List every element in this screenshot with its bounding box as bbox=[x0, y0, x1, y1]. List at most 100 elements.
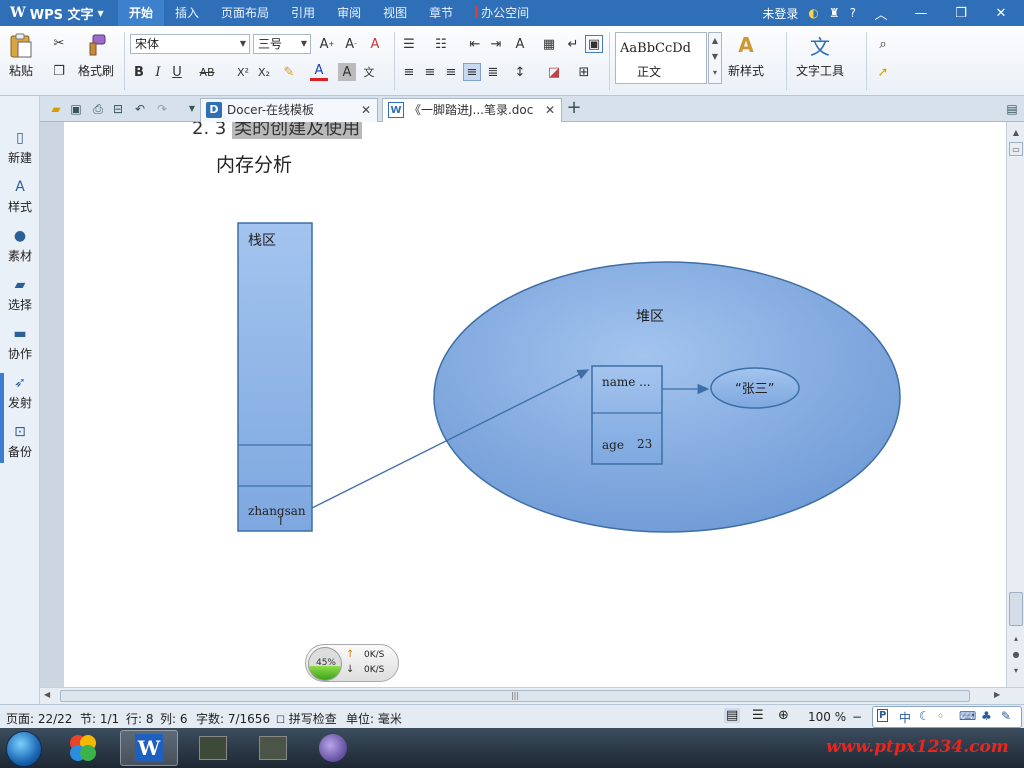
border-icon[interactable]: ⊞ bbox=[575, 63, 593, 81]
ime-mode[interactable]: 中 bbox=[899, 709, 911, 726]
taskbar-eclipse[interactable] bbox=[304, 730, 362, 766]
scroll-up-icon[interactable]: ▲ bbox=[1009, 126, 1023, 140]
numbered-list-icon[interactable]: ☷ bbox=[432, 35, 450, 53]
tab-home[interactable]: 开始 bbox=[118, 0, 165, 26]
panel-new[interactable]: ▯ 新建 bbox=[0, 130, 40, 166]
format-painter-button[interactable]: 格式刷 bbox=[78, 32, 114, 79]
open-folder-icon[interactable]: ▰ bbox=[48, 101, 64, 117]
superscript-icon[interactable]: X² bbox=[234, 63, 252, 81]
scroll-split-icon[interactable]: ▭ bbox=[1009, 142, 1023, 156]
tab-references[interactable]: 引用 bbox=[280, 0, 326, 26]
underline-icon[interactable]: U bbox=[168, 63, 186, 81]
ime-keyboard-icon[interactable]: ⌨ bbox=[959, 709, 976, 723]
tab-review[interactable]: 审阅 bbox=[326, 0, 372, 26]
horizontal-scrollbar[interactable]: ◀ ||| ▶ bbox=[40, 687, 1024, 704]
app-menu-button[interactable]: W WPS 文字 ▼ bbox=[4, 2, 110, 24]
heap-region[interactable] bbox=[433, 261, 901, 533]
font-name-combo[interactable]: 宋体 ▼ bbox=[130, 34, 250, 54]
text-direction-icon[interactable]: A bbox=[511, 35, 529, 53]
shading-icon[interactable]: ◪ bbox=[545, 63, 563, 81]
panel-collaborate[interactable]: ▬ 协作 bbox=[0, 326, 40, 362]
tab-view[interactable]: 视图 bbox=[372, 0, 418, 26]
ime-toolbar[interactable]: P 中 ☾ ◦ ⌨ ♣ ✎ bbox=[872, 706, 1022, 728]
select-pointer-icon[interactable]: ➚ bbox=[874, 63, 892, 81]
tab-page-layout[interactable]: 页面布局 bbox=[210, 0, 280, 26]
zoom-level[interactable]: 100 % bbox=[808, 710, 846, 724]
status-word-count[interactable]: 字数: 7/1656 bbox=[196, 710, 270, 727]
distribute-icon[interactable]: ≣ bbox=[484, 63, 502, 81]
taskbar-app-3[interactable] bbox=[244, 730, 302, 766]
close-icon[interactable]: ✕ bbox=[545, 99, 555, 121]
text-box-icon[interactable]: ▣ bbox=[585, 35, 603, 53]
highlight-icon[interactable]: ✎ bbox=[280, 63, 298, 81]
cut-icon[interactable]: ✂ bbox=[50, 34, 68, 52]
scroll-right-icon[interactable]: ▶ bbox=[994, 690, 1000, 699]
close-icon[interactable]: ✕ bbox=[361, 99, 371, 121]
login-status[interactable]: 未登录 bbox=[762, 5, 798, 22]
panel-materials[interactable]: ● 素材 bbox=[0, 228, 40, 264]
grow-font-icon[interactable]: A + bbox=[318, 35, 336, 53]
copy-icon[interactable]: ❐ bbox=[50, 62, 68, 80]
collapse-ribbon-icon[interactable]: ︿ bbox=[866, 4, 896, 23]
increase-indent-icon[interactable]: ⇥ bbox=[487, 35, 505, 53]
ime-skin-icon[interactable]: ♣ bbox=[981, 709, 992, 723]
phonetic-guide-icon[interactable]: 文 bbox=[360, 63, 378, 81]
tab-menu-icon[interactable]: ▤ bbox=[1004, 101, 1020, 117]
font-color-icon[interactable]: A bbox=[310, 63, 328, 81]
outline-view-icon[interactable]: ☰ bbox=[752, 708, 764, 723]
bold-icon[interactable]: B bbox=[130, 63, 148, 81]
shrink-font-icon[interactable]: A- bbox=[342, 35, 360, 53]
taskbar-app-colorful-icon[interactable] bbox=[54, 730, 112, 766]
page-view-icon[interactable]: ▤ bbox=[724, 708, 741, 723]
close-icon[interactable]: ✕ bbox=[986, 6, 1016, 21]
select-browse-object-icon[interactable]: ● bbox=[1009, 648, 1023, 662]
help-icon[interactable]: ? bbox=[850, 6, 856, 20]
ime-moon-icon[interactable]: ☾ bbox=[919, 709, 930, 723]
tab-docer-templates[interactable]: D Docer-在线模板 ✕ bbox=[200, 98, 378, 122]
style-gallery[interactable]: AaBbCcDd 正文 bbox=[615, 32, 707, 84]
status-page[interactable]: 页面: 22/22 bbox=[6, 710, 72, 727]
tab-current-document[interactable]: W 《一脚踏进J...笔录.doc ✕ bbox=[382, 98, 562, 122]
ime-punct-icon[interactable]: ◦ bbox=[937, 709, 944, 723]
panel-select[interactable]: ▰ 选择 bbox=[0, 277, 40, 313]
start-button[interactable] bbox=[6, 731, 42, 767]
subscript-icon[interactable]: X₂ bbox=[255, 63, 273, 81]
ime-tools-icon[interactable]: ✎ bbox=[1001, 709, 1011, 723]
panel-backup[interactable]: ⊡ 备份 bbox=[0, 424, 40, 460]
minimize-icon[interactable]: — bbox=[906, 6, 936, 21]
text-tools-button[interactable]: 文 文字工具 bbox=[796, 32, 844, 79]
align-center-icon[interactable]: ≡ bbox=[421, 63, 439, 81]
new-tab-icon[interactable]: + bbox=[566, 99, 582, 117]
panel-send[interactable]: ➶ 发射 bbox=[0, 375, 40, 411]
tab-office-space[interactable]: 办公空间 bbox=[464, 0, 540, 26]
style-gallery-scroll[interactable]: ▲ ▼ ▾ bbox=[708, 32, 722, 84]
line-spacing-icon[interactable]: ↕ bbox=[511, 63, 529, 81]
tab-chapter[interactable]: 章节 bbox=[418, 0, 464, 26]
bullet-list-icon[interactable]: ☰ bbox=[400, 35, 418, 53]
horizontal-scroll-thumb[interactable]: ||| bbox=[60, 690, 970, 702]
restore-icon[interactable]: ❐ bbox=[946, 6, 976, 21]
ime-logo-icon[interactable]: P bbox=[877, 709, 889, 722]
stack-region[interactable] bbox=[237, 222, 313, 532]
next-page-icon[interactable]: ▾ bbox=[1009, 664, 1023, 678]
font-size-combo[interactable]: 三号 ▼ bbox=[253, 34, 311, 54]
vertical-scrollbar[interactable]: ▲ ▭ ▴ ● ▾ bbox=[1006, 122, 1024, 687]
char-shading-icon[interactable]: A bbox=[338, 63, 356, 81]
document-page[interactable]: 2. 3 类的创建及使用 内存分析 栈区 zhangsan 堆区 name ..… bbox=[64, 122, 1006, 687]
panel-styles[interactable]: A 样式 bbox=[0, 179, 40, 215]
print-preview-icon[interactable]: ⊟ bbox=[110, 101, 126, 117]
binoculars-icon[interactable]: ⌕ bbox=[874, 35, 892, 53]
justify-icon[interactable]: ≡ bbox=[463, 63, 481, 81]
new-style-button[interactable]: A 新样式 bbox=[728, 32, 764, 79]
show-marks-icon[interactable]: ↵ bbox=[564, 35, 582, 53]
scroll-left-icon[interactable]: ◀ bbox=[44, 690, 50, 699]
network-speed-widget[interactable]: 45% ↑ 0K/S ↓ 0K/S bbox=[305, 644, 399, 682]
decrease-indent-icon[interactable]: ⇤ bbox=[466, 35, 484, 53]
save-icon[interactable]: ▣ bbox=[68, 101, 84, 117]
tab-insert[interactable]: 插入 bbox=[164, 0, 210, 26]
italic-icon[interactable]: I bbox=[149, 63, 167, 81]
taskbar-app-2[interactable] bbox=[184, 730, 242, 766]
shirt-icon[interactable]: ♜ bbox=[829, 6, 840, 20]
taskbar-wps-writer[interactable]: W bbox=[120, 730, 178, 766]
vertical-scroll-thumb[interactable] bbox=[1009, 592, 1023, 626]
